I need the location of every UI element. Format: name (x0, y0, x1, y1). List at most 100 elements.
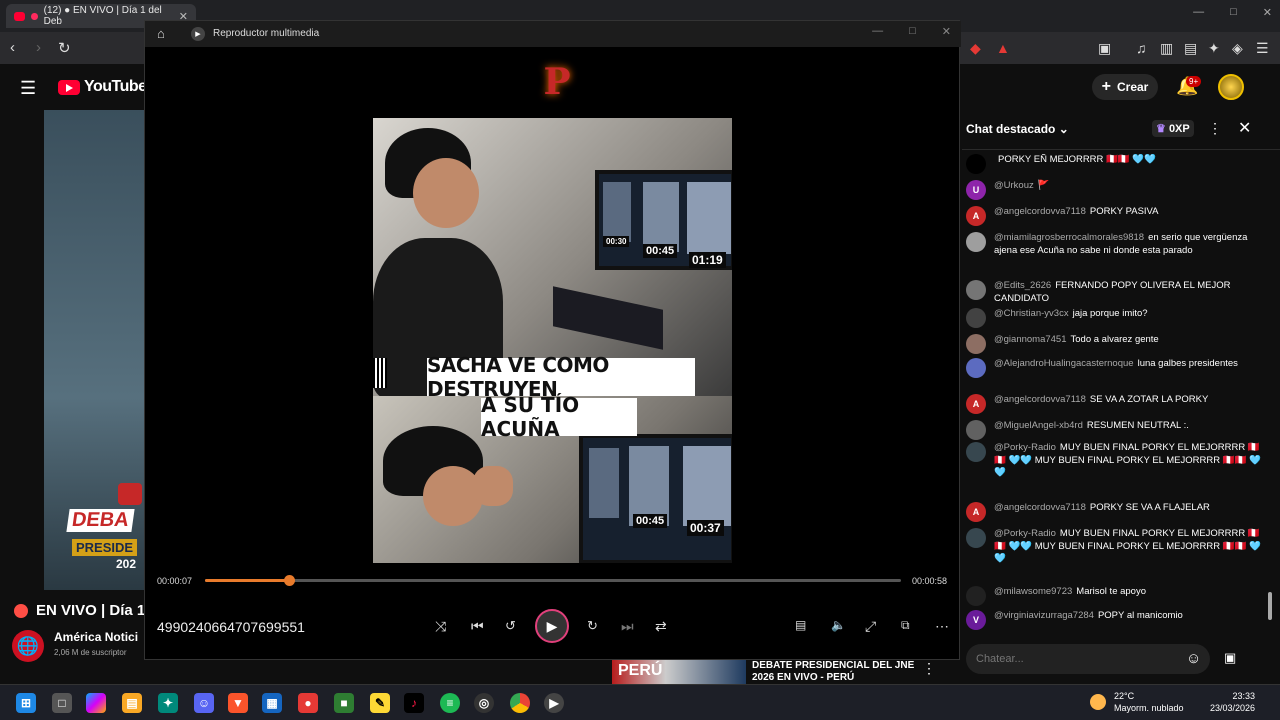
discord-icon[interactable]: ☺ (194, 693, 214, 713)
minimize-icon[interactable]: — (1193, 6, 1204, 19)
player-minimize-icon[interactable]: — (872, 25, 883, 38)
volume-icon[interactable]: 🔈 (831, 618, 846, 632)
emoji-icon[interactable]: ☺ (1186, 650, 1201, 667)
chat-avatar[interactable]: A (966, 206, 986, 226)
video-frame[interactable]: 00:30 00:45 01:19 00:45 00:37 SACHA VE C (373, 118, 732, 563)
recommended-video[interactable]: PERÚ DEBATE PRESIDENCIAL DEL JNE 2026 EN… (612, 660, 952, 684)
chat-more-icon[interactable]: ⋮ (1208, 120, 1222, 137)
app-icon-4[interactable]: ■ (334, 693, 354, 713)
obs-icon[interactable]: ◎ (474, 693, 494, 713)
seek-bar-thumb[interactable] (283, 575, 295, 586)
play-button[interactable]: ▶ (535, 609, 569, 643)
weather-widget[interactable]: 22°C Mayorm. nublado (1090, 690, 1184, 714)
chat-username[interactable]: @Edits_2626 (994, 280, 1051, 291)
home-icon[interactable]: ⌂ (157, 26, 165, 41)
previous-icon[interactable]: ⏮ (471, 618, 484, 635)
chat-input[interactable] (966, 644, 1210, 674)
chat-close-icon[interactable]: ✕ (1238, 118, 1251, 138)
recommended-thumbnail[interactable]: PERÚ (612, 660, 746, 684)
create-button[interactable]: + Crear (1092, 74, 1158, 100)
chat-avatar[interactable] (966, 232, 986, 252)
split-view-icon[interactable]: ▥ (1160, 40, 1173, 57)
chat-username[interactable]: @Urkouz (994, 180, 1034, 191)
recommended-title[interactable]: DEBATE PRESIDENCIAL DEL JNE 2026 EN VIVO… (752, 660, 932, 684)
sticky-notes-icon[interactable]: ✎ (370, 693, 390, 713)
channel-name[interactable]: América Notici (54, 630, 138, 644)
youtube-logo[interactable]: YouTube (58, 78, 147, 96)
start-windows-icon[interactable]: ⊞ (16, 693, 36, 713)
forward-30-icon[interactable]: ↻ (587, 618, 598, 634)
chat-avatar[interactable] (966, 280, 986, 300)
brave-rewards-icon[interactable]: ▲ (996, 40, 1010, 56)
chat-avatar[interactable]: A (966, 502, 986, 522)
chat-avatar[interactable]: A (966, 394, 986, 414)
fullscreen-icon[interactable]: ⤢ (865, 618, 876, 635)
chat-avatar[interactable]: V (966, 610, 986, 630)
music-icon[interactable]: ♫ (1136, 40, 1147, 56)
chat-scrollbar[interactable] (1266, 152, 1274, 632)
chat-avatar[interactable] (966, 358, 986, 378)
spotify-icon[interactable]: ≡ (440, 693, 460, 713)
super-chat-icon[interactable]: ▣ (1224, 650, 1236, 666)
player-close-icon[interactable]: ✕ (942, 25, 951, 38)
close-icon[interactable]: ✕ (1263, 6, 1272, 19)
chat-username[interactable]: @virginiavizurraga7284 (994, 610, 1094, 621)
file-explorer-icon[interactable]: ▤ (122, 693, 142, 713)
system-clock[interactable]: 23:33 23/03/2026 (1210, 690, 1255, 714)
chat-avatar[interactable]: U (966, 180, 986, 200)
vpn-icon[interactable]: ◈ (1232, 40, 1243, 57)
hamburger-menu-icon[interactable]: ☰ (20, 78, 36, 99)
chat-username[interactable]: @giannoma7451 (994, 334, 1067, 345)
chat-username[interactable]: @Porky-Radio (994, 442, 1056, 453)
app-icon-1[interactable]: ✦ (158, 693, 178, 713)
chrome-icon[interactable] (510, 693, 530, 713)
chat-avatar[interactable] (966, 528, 986, 548)
menu-icon[interactable]: ☰ (1256, 40, 1269, 57)
chat-username[interactable]: @angelcordovva7118 (994, 394, 1086, 405)
maximize-icon[interactable]: □ (1230, 6, 1237, 19)
chat-avatar[interactable] (966, 442, 986, 462)
shuffle-icon[interactable]: ⤨ (435, 618, 446, 635)
chat-mode-dropdown[interactable]: Chat destacado ⌄ (966, 122, 1069, 136)
channel-avatar-globe-icon[interactable]: 🌐 (12, 630, 44, 662)
next-icon[interactable]: ⏭ (621, 618, 634, 635)
copilot-icon[interactable] (86, 693, 106, 713)
wallet-icon[interactable]: ▤ (1184, 40, 1197, 57)
subtitles-icon[interactable]: ▤ (795, 618, 806, 632)
reload-icon[interactable]: ↻ (58, 39, 71, 57)
back-icon[interactable]: ‹ (10, 39, 15, 56)
chat-username[interactable]: @MiguelAngel-xb4rd (994, 420, 1083, 431)
brave-icon[interactable]: ▼ (228, 693, 248, 713)
chat-username[interactable]: @AlejandroHualingacasternoque (994, 358, 1134, 369)
player-maximize-icon[interactable]: □ (909, 25, 916, 38)
tiktok-icon[interactable]: ♪ (404, 693, 424, 713)
chat-username[interactable]: @Christian-yv3cx (994, 308, 1069, 319)
xp-badge[interactable]: ♛ 0XP (1152, 120, 1194, 137)
chat-username[interactable]: @angelcordovva7118 (994, 502, 1086, 513)
chat-avatar[interactable] (966, 586, 986, 606)
brave-shield-icon[interactable]: ◆ (970, 40, 981, 57)
recommended-more-icon[interactable]: ⋮ (922, 660, 936, 677)
chat-avatar[interactable] (966, 334, 986, 354)
more-options-icon[interactable]: ⋯ (935, 618, 949, 635)
chat-username[interactable]: @angelcordovva7118 (994, 206, 1086, 217)
sidebar-icon[interactable]: ▣ (1098, 40, 1111, 57)
media-player-taskbar-icon[interactable]: ▶ (544, 693, 564, 713)
chat-username[interactable]: @miamilagrosberrocalmorales9818 (994, 232, 1144, 243)
chat-avatar[interactable] (966, 154, 986, 174)
chat-avatar[interactable] (966, 420, 986, 440)
chat-username[interactable]: @milawsome9723 (994, 586, 1072, 597)
extensions-icon[interactable]: ✦ (1208, 40, 1220, 57)
chat-avatar[interactable] (966, 308, 986, 328)
app-icon-3[interactable]: ● (298, 693, 318, 713)
repeat-off-icon[interactable]: ⇄ (655, 618, 667, 635)
task-view-icon[interactable]: □ (52, 693, 72, 713)
app-icon-2[interactable]: ▦ (262, 693, 282, 713)
chat-username[interactable]: @Porky-Radio (994, 528, 1056, 539)
user-avatar[interactable] (1218, 74, 1244, 100)
chat-scrollbar-thumb[interactable] (1268, 592, 1272, 620)
mini-player-icon[interactable]: ⧉ (901, 618, 910, 633)
forward-icon[interactable]: › (36, 39, 41, 56)
seek-bar[interactable] (205, 575, 901, 586)
rewind-10-icon[interactable]: ↺ (505, 618, 516, 634)
